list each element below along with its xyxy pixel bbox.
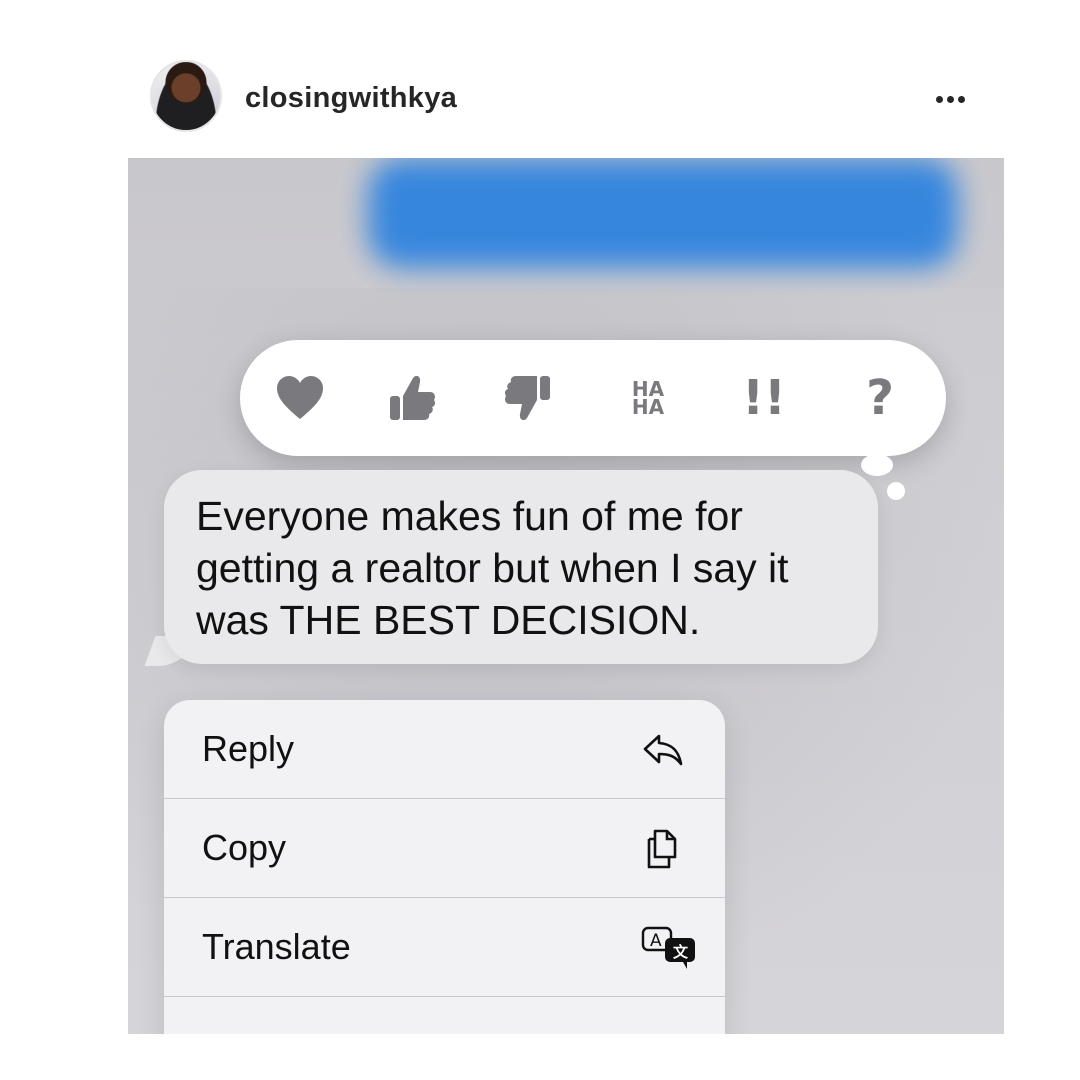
tapback-thumbs-up[interactable] <box>382 368 442 428</box>
tapback-tail-large <box>861 454 893 476</box>
message-bubble[interactable]: Everyone makes fun of me for getting a r… <box>164 470 878 664</box>
translate-icon: A 文 <box>641 926 695 970</box>
heart-icon <box>277 376 323 419</box>
tapback-thumbs-down[interactable] <box>498 368 558 428</box>
tapback-emphasize[interactable]: !! <box>734 368 794 428</box>
question-icon: ? <box>866 370 894 426</box>
menu-item-translate[interactable]: Translate A 文 <box>164 898 725 997</box>
tapback-bar: HA HA !! ? <box>240 340 946 456</box>
tapback-question[interactable]: ? <box>850 368 910 428</box>
post-image: HA HA !! ? Everyone makes fun of me for … <box>128 158 1004 1034</box>
menu-item-copy[interactable]: Copy <box>164 799 725 898</box>
post-header: closingwithkya <box>150 60 980 134</box>
blurred-sent-bubble <box>368 158 958 268</box>
menu-item-label: Translate <box>202 926 351 967</box>
menu-item-label: Copy <box>202 827 287 868</box>
menu-item-label: Reply <box>202 728 295 769</box>
context-menu: Reply Copy Translate A 文 <box>164 700 725 1034</box>
avatar[interactable] <box>150 60 222 132</box>
svg-text:A: A <box>650 931 662 951</box>
username[interactable]: closingwithkya <box>245 82 457 115</box>
message-text: Everyone makes fun of me for getting a r… <box>196 493 789 643</box>
tapback-heart[interactable] <box>270 368 330 428</box>
thumbs-down-icon <box>504 376 550 421</box>
tapback-tail-small <box>887 482 905 500</box>
copy-icon <box>641 827 685 871</box>
menu-item-partial[interactable] <box>164 997 725 1034</box>
more-horizontal-icon[interactable] <box>936 90 970 103</box>
haha-icon: HA HA <box>631 377 665 419</box>
thumbs-up-icon <box>390 375 436 420</box>
reply-icon <box>641 728 685 772</box>
tapback-haha[interactable]: HA HA <box>618 368 678 428</box>
svg-text:文: 文 <box>673 943 689 961</box>
menu-item-reply[interactable]: Reply <box>164 700 725 799</box>
double-exclamation-icon: !! <box>742 370 786 426</box>
